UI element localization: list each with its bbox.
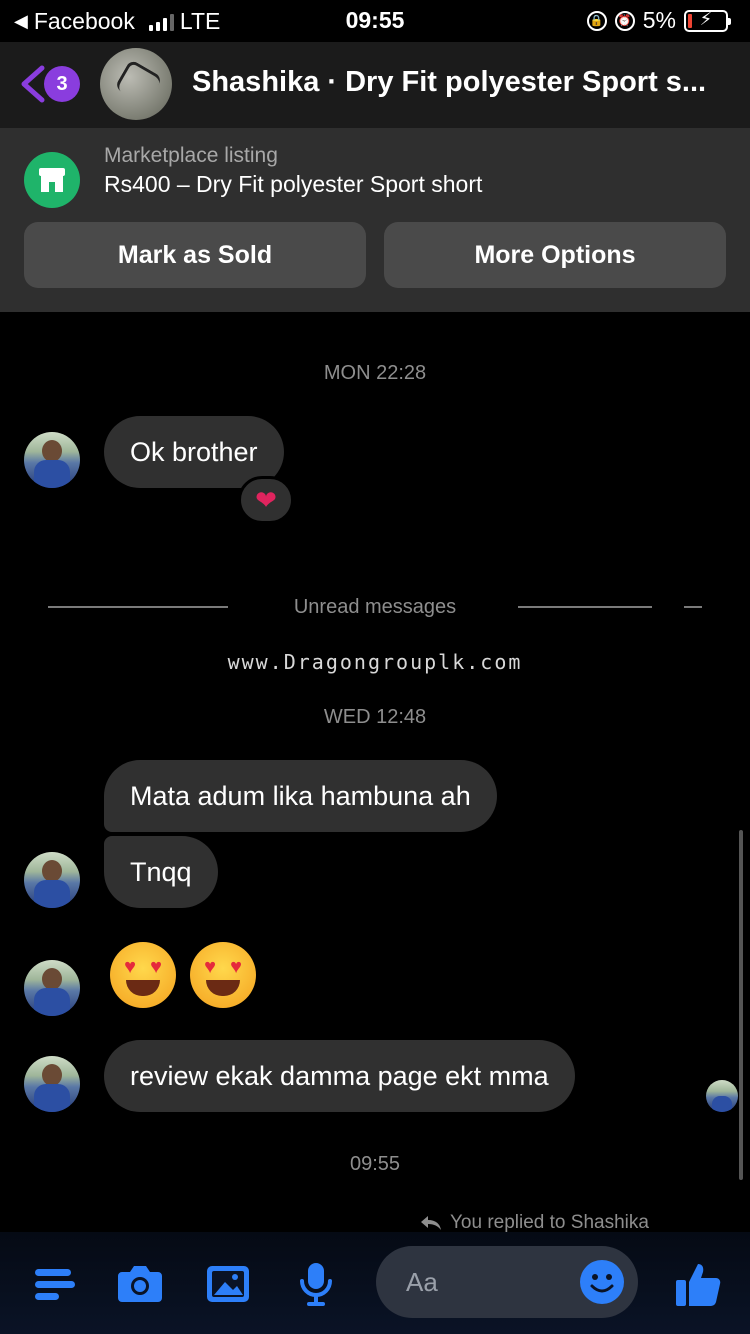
reply-arrow-icon: [421, 1216, 441, 1230]
menu-icon[interactable]: [30, 1260, 78, 1308]
message-composer: [0, 1232, 750, 1334]
alarm-icon: ⏰: [614, 10, 635, 31]
sender-avatar[interactable]: [24, 960, 80, 1016]
message-bubble[interactable]: review ekak damma page ekt mma: [104, 1040, 575, 1112]
heart-eyes-emoji-icon[interactable]: ♥ ♥: [190, 942, 256, 1008]
conversation-title[interactable]: Shashika · Dry Fit polyester Sport s...: [192, 66, 740, 99]
reply-note: You replied to Shashika: [420, 1212, 649, 1234]
message-timestamp: 09:55: [349, 1153, 401, 1175]
message-timestamp: WED 12:48: [323, 706, 427, 728]
listing-caption: Marketplace listing: [104, 144, 278, 167]
sender-avatar[interactable]: [24, 432, 80, 488]
message-timestamp: MON 22:28: [323, 362, 427, 384]
seen-receipt-avatar: [706, 1080, 738, 1112]
thumbs-up-icon[interactable]: [674, 1260, 722, 1308]
sender-avatar[interactable]: [24, 1056, 80, 1112]
reply-note-text: You replied to Shashika: [450, 1212, 649, 1233]
status-bar: ◀ Facebook LTE 09:55 🔒 ⏰ 5% ⚡: [0, 0, 750, 42]
status-right: 🔒 ⏰ 5% ⚡: [586, 7, 731, 34]
conversation-header: 3 Shashika · Dry Fit polyester Sport s..…: [0, 42, 750, 128]
message-input[interactable]: [406, 1264, 586, 1300]
orientation-lock-icon: 🔒: [586, 10, 607, 31]
watermark-text: www.Dragongrouplk.com: [227, 650, 523, 674]
more-options-button[interactable]: More Options: [384, 222, 726, 288]
microphone-icon[interactable]: [292, 1260, 340, 1308]
message-bubble[interactable]: Tnqq: [104, 836, 218, 908]
marketplace-listing-panel: Marketplace listing Rs400 – Dry Fit poly…: [0, 128, 750, 312]
unread-messages-divider: Unread messages: [293, 596, 457, 618]
gallery-icon[interactable]: [204, 1260, 252, 1308]
camera-icon[interactable]: [116, 1260, 164, 1308]
emoji-picker-icon[interactable]: [580, 1260, 624, 1304]
listing-thumbnail[interactable]: [100, 48, 172, 120]
listing-price-title[interactable]: Rs400 – Dry Fit polyester Sport short: [104, 171, 482, 198]
battery-icon: ⚡: [684, 9, 731, 32]
scrollbar[interactable]: [739, 830, 743, 1180]
marketplace-store-icon: [24, 152, 80, 208]
heart-eyes-emoji-icon[interactable]: ♥ ♥: [110, 942, 176, 1008]
heart-reaction-icon[interactable]: ❤: [238, 476, 294, 524]
sender-avatar[interactable]: [24, 852, 80, 908]
unread-count-badge[interactable]: 3: [44, 66, 80, 102]
message-bubble[interactable]: Mata adum lika hambuna ah: [104, 760, 497, 832]
mark-as-sold-button[interactable]: Mark as Sold: [24, 222, 366, 288]
message-input-pill[interactable]: [376, 1246, 638, 1318]
battery-percent: 5%: [642, 7, 676, 33]
